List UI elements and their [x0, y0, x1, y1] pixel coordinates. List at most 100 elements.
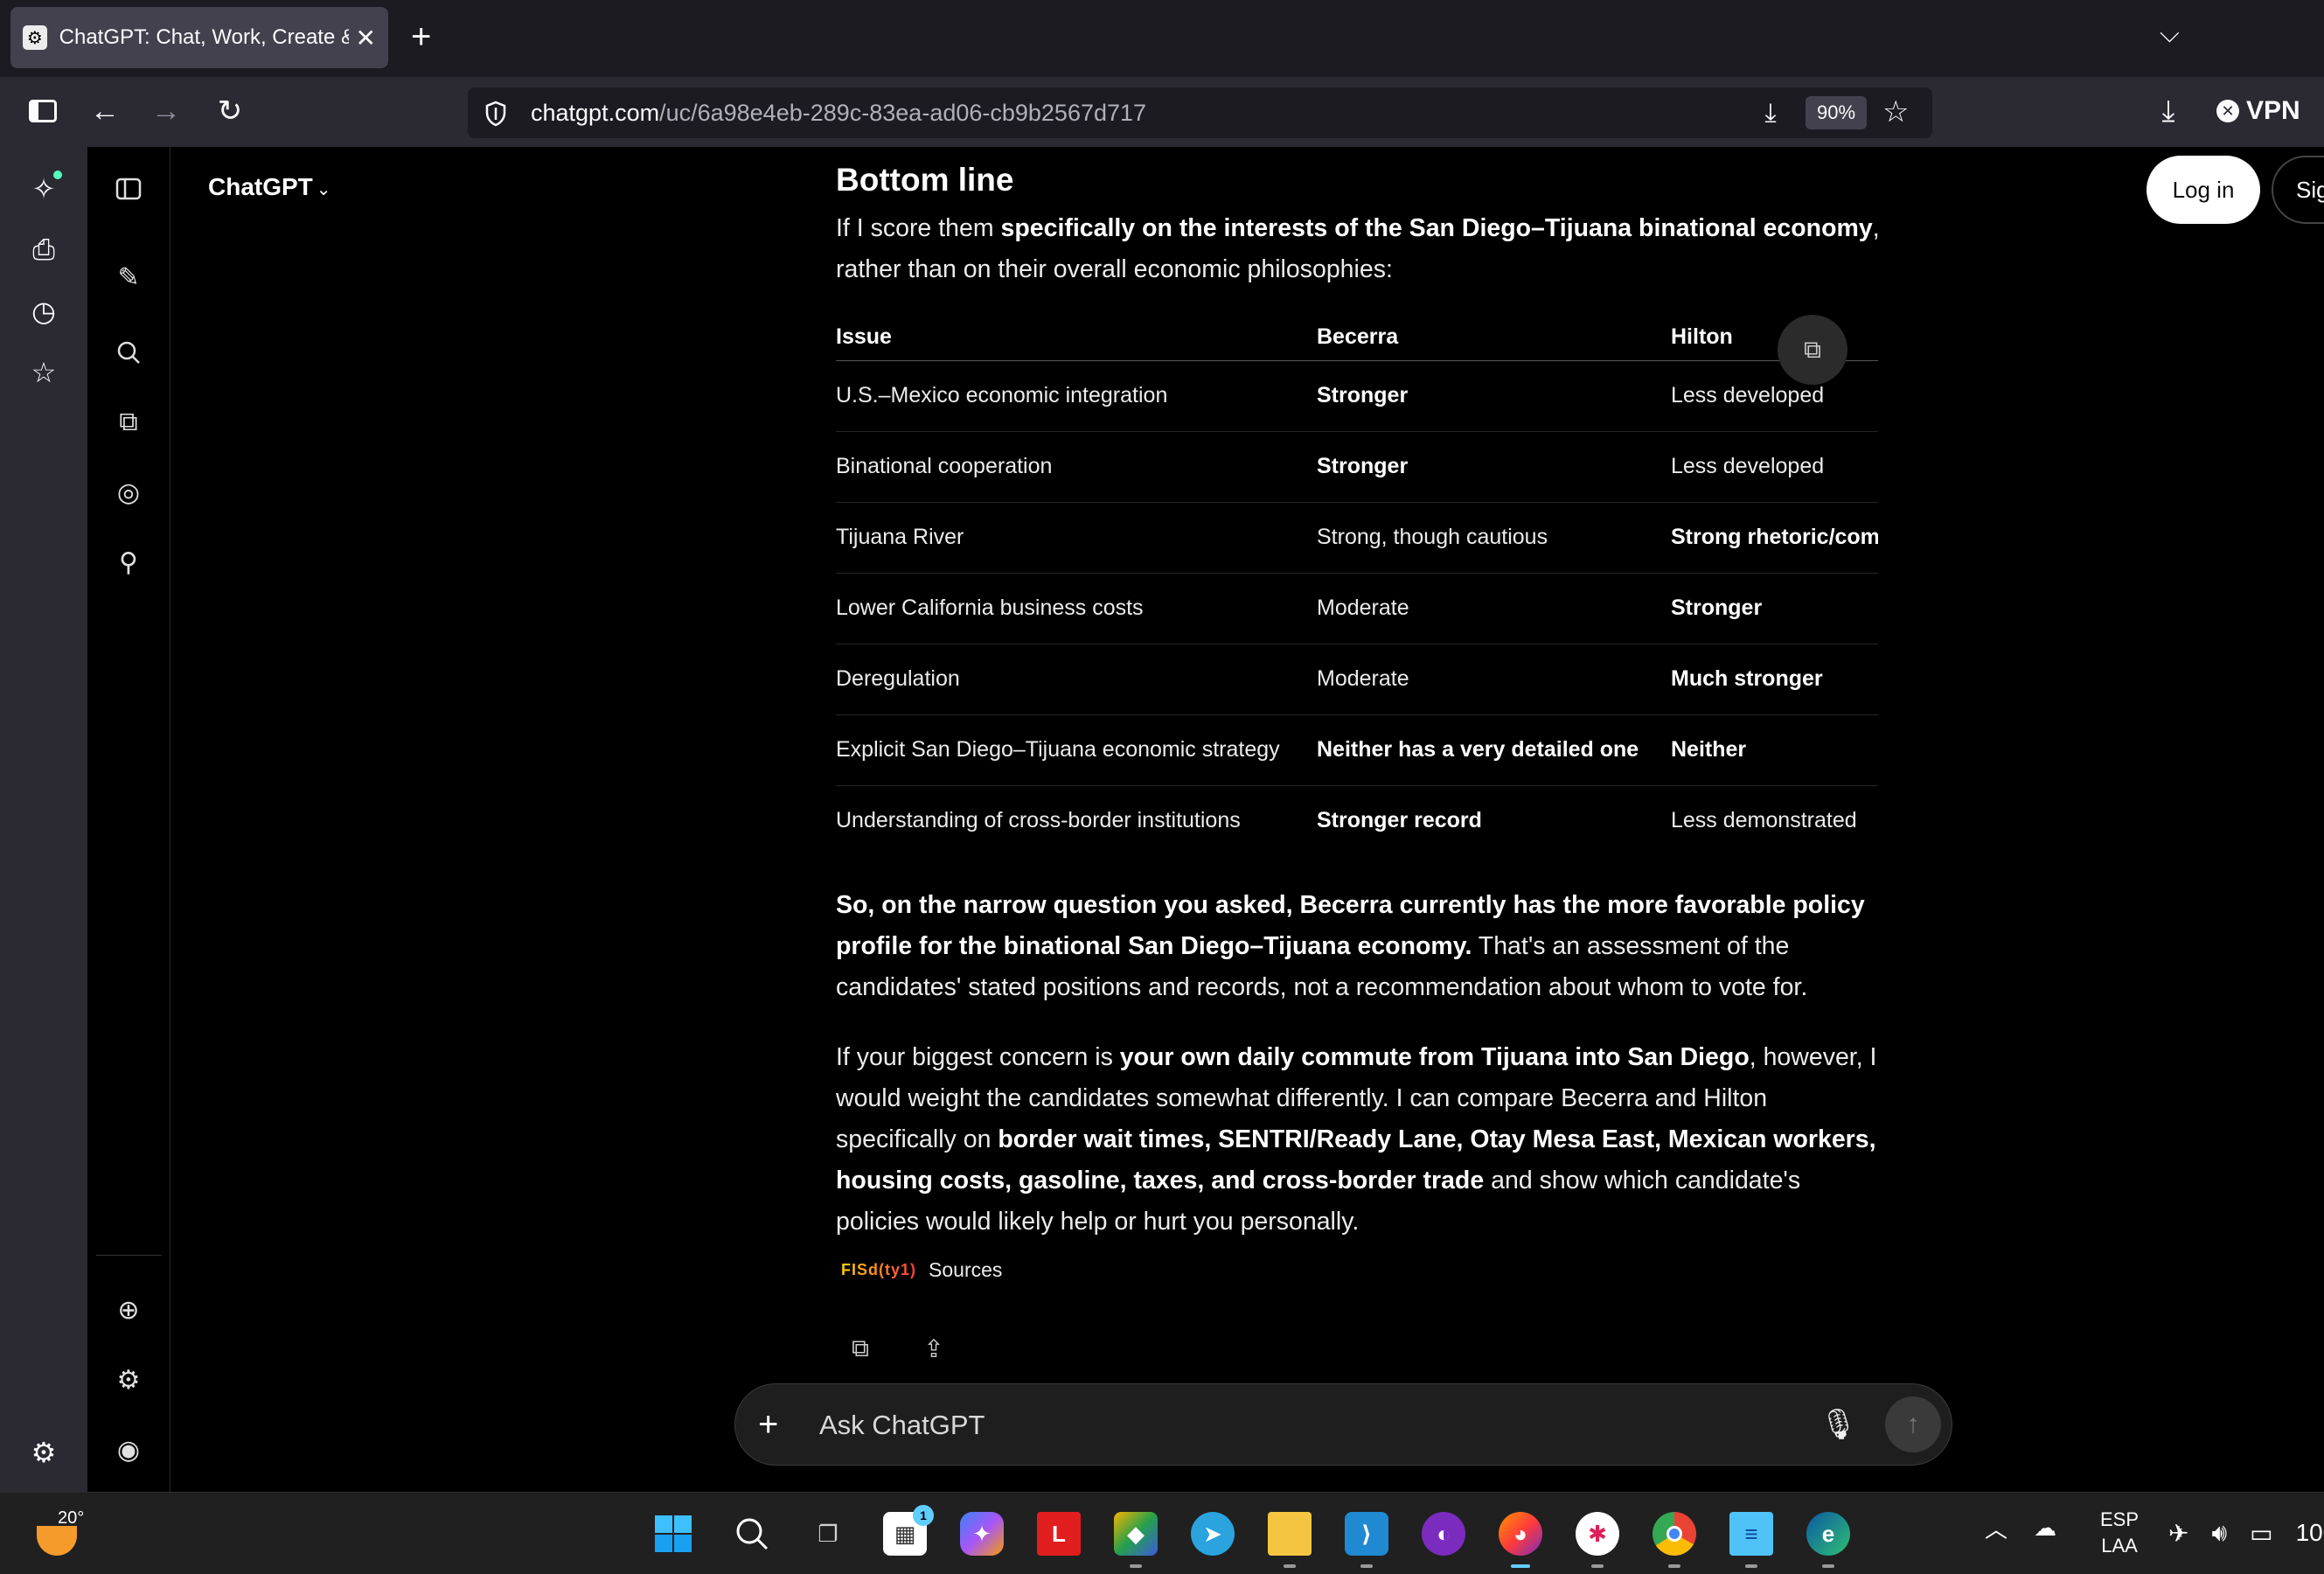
table-cell-issue: Binational cooperation [836, 431, 1317, 503]
search-icon[interactable] [730, 1512, 774, 1556]
forward-arrow-icon[interactable]: → [144, 89, 188, 133]
customize-sidebar-gear-icon[interactable]: ⚙ [22, 1431, 66, 1474]
tor-browser-icon[interactable]: ◐ [1422, 1512, 1465, 1556]
table-cell-becerra: Moderate [1317, 644, 1671, 715]
table-cell-issue: Explicit San Diego–Tijuana economic stra… [836, 714, 1317, 786]
url-text[interactable]: chatgpt.com/uc/6a98e4eb-289c-83ea-ad06-c… [531, 100, 1146, 127]
table-row: U.S.–Mexico economic integration Stronger… [836, 360, 1878, 432]
table-cell-hilton: Less developed [1671, 360, 1878, 432]
slack-icon[interactable]: ✱ [1576, 1512, 1619, 1568]
section-heading: Bottom line [836, 162, 1014, 198]
ai-sparkle-icon[interactable]: ✧ [22, 167, 66, 211]
vpn-button[interactable]: ✕ VPN [2216, 96, 2300, 126]
copilot-icon[interactable]: ✦ [960, 1512, 1004, 1556]
reload-icon[interactable]: ↻ [208, 89, 252, 133]
tab-title: ChatGPT: Chat, Work, Create & [59, 25, 349, 49]
bookmark-star-icon[interactable]: ☆ [1882, 94, 1909, 129]
help-lifebuoy-icon[interactable]: ◉ [107, 1428, 150, 1472]
system-tray: ︿ ☁ [1985, 1512, 2056, 1544]
toggle-sidebar-icon[interactable] [107, 167, 150, 211]
apps-icon[interactable]: ◎ [107, 470, 150, 514]
summary-paragraph: So, on the narrow question you asked, Be… [836, 885, 1885, 1008]
table-cell-becerra: Moderate [1317, 573, 1671, 644]
explore-telescope-icon[interactable]: ⚲ [107, 540, 150, 584]
file-explorer-folder-icon[interactable] [1268, 1512, 1312, 1568]
intro-paragraph: If I score them specifically on the inte… [836, 208, 1885, 290]
intro-bold: specifically on the interests of the San… [1000, 214, 1873, 242]
microphone-icon[interactable]: 🎙︎ [1820, 1407, 1857, 1442]
new-tab-icon[interactable]: + [411, 17, 431, 56]
battery-icon: ▭ [2250, 1520, 2273, 1547]
copy-icon[interactable]: ⧉ [843, 1331, 878, 1366]
table-cell-hilton: Stronger [1671, 573, 1878, 644]
weather-widget[interactable]: 20° [33, 1507, 86, 1559]
show-hidden-icons-chevron-icon[interactable]: ︿ [1985, 1512, 2007, 1544]
l-app-icon[interactable]: L [1037, 1512, 1081, 1556]
table-cell-becerra: Stronger record [1317, 808, 1482, 833]
address-bar[interactable]: chatgpt.com/uc/6a98e4eb-289c-83ea-ad06-c… [468, 87, 1932, 138]
edge-icon[interactable]: e [1806, 1512, 1850, 1568]
table-row: Deregulation Moderate Much stronger [836, 644, 1878, 715]
share-icon[interactable]: ⇪ [916, 1331, 951, 1366]
battery-percent: 100 [2295, 1519, 2324, 1546]
composer: + 🎙︎ ↑ [734, 1383, 1952, 1466]
list-tabs-chevron-icon[interactable]: ⌵ [2160, 19, 2180, 49]
synced-tabs-icon[interactable]: ⎙ [22, 228, 66, 272]
vpn-label: VPN [2246, 96, 2300, 125]
url-host: chatgpt.com [531, 100, 660, 126]
table-cell-issue: Understanding of cross-border institutio… [836, 808, 1241, 833]
sources-button[interactable]: FISd(ty1) Sources [841, 1258, 1002, 1282]
chrome-icon[interactable] [1653, 1512, 1696, 1568]
back-arrow-icon[interactable]: ← [83, 89, 127, 133]
comparison-table: Issue Becerra Hilton U.S.–Mexico economi… [836, 315, 1878, 856]
assistant-message: Bottom line If I score them specifically… [836, 157, 1885, 1362]
zoom-level-badge[interactable]: 90% [1806, 96, 1867, 129]
settings-gear-icon[interactable]: ⚙ [107, 1358, 150, 1402]
followup-paragraph: If your biggest concern is your own dail… [836, 1037, 1885, 1243]
page-download-icon[interactable]: ⤓ [1753, 96, 1788, 131]
git-diamond-icon[interactable]: ◆ [1114, 1512, 1158, 1568]
copy-table-icon[interactable]: ⧉ [1778, 315, 1847, 385]
downloads-icon[interactable]: ⤓ [2147, 89, 2190, 133]
browser-tab-chatgpt[interactable]: ⚙ ChatGPT: Chat, Work, Create & ✕ [10, 7, 388, 68]
lang-line-2: LAA [2101, 1535, 2138, 1557]
sidebar-toggle-icon[interactable] [21, 89, 65, 133]
volume-icon: 🔊︎ [2211, 1519, 2228, 1546]
system-status[interactable]: ✈ 🔊︎ ▭ 100 [2168, 1519, 2324, 1548]
brand-name: ChatGPT [208, 173, 313, 200]
sources-label: Sources [929, 1258, 1003, 1281]
telegram-icon[interactable]: ➤ [1191, 1512, 1235, 1556]
images-icon[interactable]: ⧉ [107, 400, 150, 444]
table-row: Lower California business costs Moderate S… [836, 573, 1878, 644]
sign-up-button[interactable]: Sig [2272, 156, 2324, 224]
new-chat-icon[interactable]: ✎ [107, 255, 150, 299]
vscode-icon[interactable]: ⟩ [1345, 1512, 1388, 1568]
search-chats-icon[interactable] [107, 331, 150, 374]
send-button[interactable]: ↑ [1885, 1396, 1941, 1452]
upgrade-plan-icon[interactable]: ⊕ [107, 1288, 150, 1332]
bookmarks-star-icon[interactable]: ☆ [22, 351, 66, 394]
tracking-shield-icon[interactable] [478, 96, 513, 131]
comparison-table-wrapper: Issue Becerra Hilton U.S.–Mexico economi… [836, 315, 1878, 856]
firefox-sidebar: ✧ ⎙ ◷ ☆ ⚙ [0, 147, 87, 1492]
firefox-icon[interactable]: ◕ [1499, 1512, 1542, 1568]
history-icon[interactable]: ◷ [22, 289, 66, 333]
task-view-icon[interactable]: ❐ [806, 1512, 850, 1556]
onedrive-cloud-icon[interactable]: ☁ [2034, 1515, 2056, 1542]
add-attachment-plus-icon[interactable]: + [758, 1403, 778, 1445]
table-cell-issue: Deregulation [836, 644, 1317, 715]
microsoft-store-icon[interactable]: ▦ 1 [883, 1505, 934, 1556]
followup-bold-1: your own daily commute from Tijuana into… [1119, 1043, 1750, 1071]
table-cell-hilton: Strong rhetoric/commitment [1671, 502, 1878, 574]
start-windows-icon[interactable] [651, 1512, 695, 1556]
prompt-input[interactable] [819, 1403, 1694, 1447]
close-tab-icon[interactable]: ✕ [356, 24, 376, 52]
log-in-button[interactable]: Log in [2147, 156, 2260, 224]
input-language-indicator[interactable]: ESP LAA [2100, 1507, 2139, 1559]
intro-text-1: If I score them [836, 214, 1001, 242]
table-row: Understanding of cross-border institutio… [836, 785, 1878, 856]
notepad-icon[interactable]: ≡ [1729, 1512, 1773, 1568]
chevron-down-icon: ⌄ [316, 180, 331, 199]
model-selector[interactable]: ChatGPT ⌄ [208, 173, 331, 201]
table-row: Binational cooperation Stronger Less devel… [836, 431, 1878, 503]
